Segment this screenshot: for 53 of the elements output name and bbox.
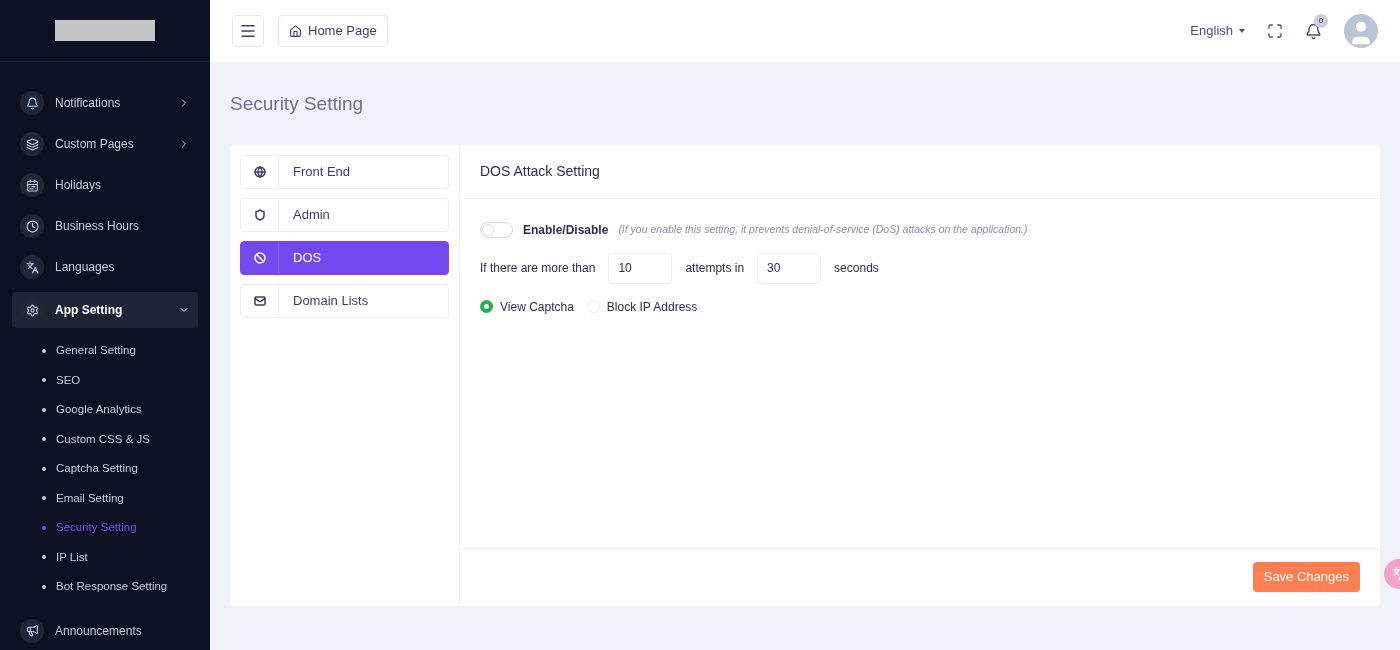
sidebar-item[interactable]: Languages bbox=[12, 251, 198, 283]
language-dropdown[interactable]: English bbox=[1190, 21, 1245, 41]
submenu-item[interactable]: Email Setting bbox=[42, 483, 198, 513]
notification-badge: 0 bbox=[1314, 13, 1328, 28]
panel-title: DOS Attack Setting bbox=[480, 161, 600, 181]
settings-tab[interactable]: Domain Lists bbox=[240, 283, 449, 318]
settings-tab[interactable]: DOS bbox=[240, 240, 449, 275]
submenu-item[interactable]: Custom CSS & JS bbox=[42, 424, 198, 454]
menu-button[interactable] bbox=[232, 15, 264, 47]
settings-tab[interactable]: Front End bbox=[240, 154, 449, 189]
fullscreen-icon[interactable] bbox=[1267, 23, 1283, 39]
clock-icon bbox=[20, 214, 44, 238]
attempts-field[interactable]: 10 bbox=[608, 252, 673, 284]
sidebar-item[interactable]: Custom Pages bbox=[12, 128, 198, 160]
submenu-item[interactable]: Security Setting bbox=[42, 513, 198, 543]
submenu-item[interactable]: Bot Response Setting bbox=[42, 572, 198, 602]
radio-button[interactable] bbox=[480, 300, 493, 313]
notification-icon[interactable] bbox=[1305, 22, 1322, 40]
submenu-item[interactable]: Captcha Setting bbox=[42, 454, 198, 484]
settings-icon bbox=[20, 298, 44, 322]
calendar-icon bbox=[20, 173, 44, 197]
toggle-switch[interactable] bbox=[480, 221, 513, 238]
layers-icon bbox=[20, 132, 44, 156]
sidebar-item[interactable]: Holidays bbox=[12, 169, 198, 201]
radio-option[interactable]: Block IP Address bbox=[586, 297, 698, 316]
toggle-hint: (If you enable this setting, it prevents denial-of-service (DoS) attacks on the application.) bbox=[618, 221, 1028, 237]
megaphone-icon bbox=[20, 618, 44, 643]
rule-text: If there are more than bbox=[480, 260, 596, 277]
rule-text: seconds bbox=[834, 260, 879, 277]
submenu-item[interactable]: IP List bbox=[42, 542, 198, 572]
ban-icon bbox=[253, 251, 266, 264]
shield-icon bbox=[253, 208, 266, 221]
bell-icon bbox=[20, 91, 44, 115]
submenu-item[interactable]: General Setting bbox=[42, 336, 198, 366]
envelope-icon bbox=[253, 294, 266, 307]
avatar[interactable] bbox=[1344, 14, 1378, 48]
settings-tab[interactable]: Admin bbox=[240, 197, 449, 232]
toggle-label: Enable/Disable bbox=[523, 221, 609, 239]
home-icon bbox=[289, 24, 302, 38]
globe-icon bbox=[253, 165, 266, 178]
radio-option[interactable]: View Captcha bbox=[480, 297, 574, 316]
rule-text: attempts in bbox=[685, 260, 745, 277]
submenu-item[interactable]: Google Analytics bbox=[42, 395, 198, 425]
translate-icon bbox=[20, 255, 44, 279]
breadcrumb-button[interactable]: Home Page bbox=[278, 15, 388, 47]
menu-icon bbox=[239, 22, 257, 40]
sidebar-item[interactable]: Notifications bbox=[12, 87, 198, 119]
sidebar-item[interactable]: App Setting bbox=[12, 292, 198, 328]
page-title: Security Setting bbox=[230, 92, 365, 116]
submenu-item[interactable]: SEO bbox=[42, 365, 198, 395]
seconds-field[interactable]: 30 bbox=[757, 252, 822, 284]
sidebar-item[interactable]: Business Hours bbox=[12, 210, 198, 242]
sidebar-item[interactable]: Announcements bbox=[12, 614, 198, 647]
